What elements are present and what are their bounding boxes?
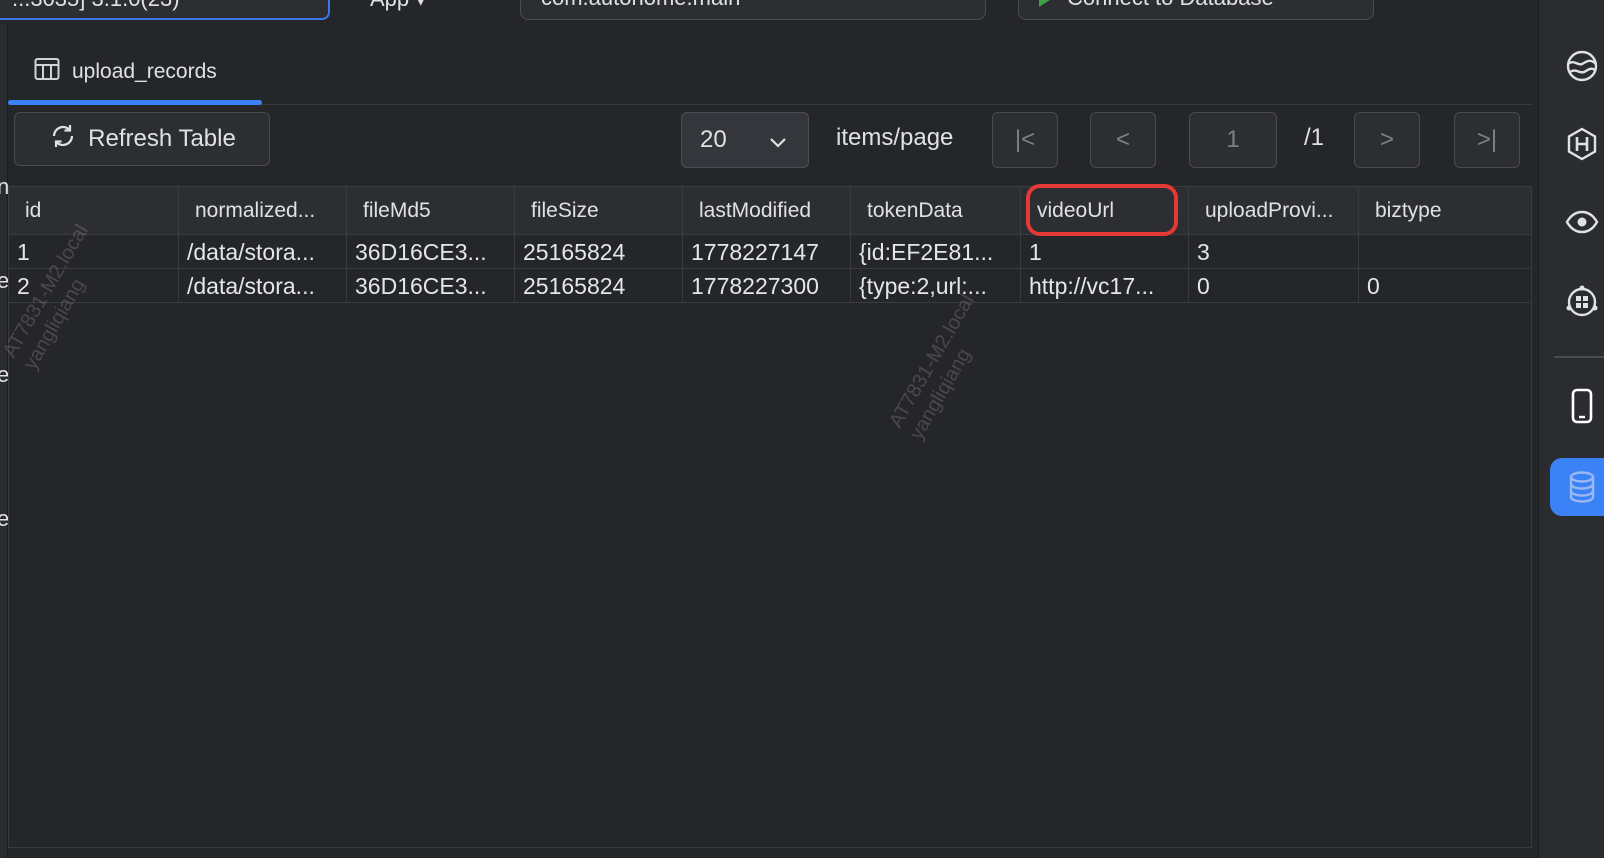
column-header-filemd5[interactable]: fileMd5 (347, 187, 515, 235)
ai-hub-icon[interactable] (1564, 284, 1600, 320)
records-table: id normalized... fileMd5 fileSize lastMo… (8, 186, 1532, 848)
play-icon (1039, 0, 1053, 7)
page-size-value: 20 (700, 126, 727, 153)
globe-icon[interactable] (1564, 48, 1600, 84)
cell-normalized[interactable]: /data/stora... (179, 269, 347, 303)
tab-label: upload_records (72, 60, 217, 83)
column-header-biztype[interactable]: biztype (1359, 187, 1531, 235)
cell-filesize[interactable]: 25165824 (515, 269, 683, 303)
cell-filemd5[interactable]: 36D16CE3... (347, 269, 515, 303)
harmony-h-icon[interactable] (1564, 126, 1600, 162)
connect-database-button[interactable]: Connect to Database (1018, 0, 1374, 20)
page-size-select[interactable]: 20 (681, 112, 809, 168)
table-row[interactable]: 2 /data/stora... 36D16CE3... 25165824 17… (9, 269, 1531, 303)
column-header-tokendata[interactable]: tokenData (851, 187, 1021, 235)
app-select[interactable]: com.autohome.main (520, 0, 986, 20)
cell-uploadprovider[interactable]: 3 (1189, 235, 1359, 269)
page-total-label: /1 (1304, 124, 1325, 151)
connect-database-label: Connect to Database (1067, 0, 1274, 10)
phone-icon[interactable] (1564, 388, 1600, 424)
tab-upload-records[interactable]: upload_records (8, 42, 243, 102)
table-icon (34, 57, 60, 87)
cell-uploadprovider[interactable]: 0 (1189, 269, 1359, 303)
device-select[interactable]: ...3035] 3.1.0(23) (0, 0, 330, 20)
cell-filesize[interactable]: 25165824 (515, 235, 683, 269)
table-row[interactable]: 1 /data/stora... 36D16CE3... 25165824 17… (9, 235, 1531, 269)
cell-tokendata[interactable]: {id:EF2E81... (851, 235, 1021, 269)
column-header-uploadprovider[interactable]: uploadProvi... (1189, 187, 1359, 235)
refresh-table-button[interactable]: Refresh Table (14, 112, 270, 166)
cell-biztype[interactable] (1359, 235, 1531, 269)
last-page-button[interactable]: >| (1454, 112, 1520, 168)
app-label: App ▾ (370, 0, 426, 16)
cell-tokendata[interactable]: {type:2,url:... (851, 269, 1021, 303)
sidebar-divider (1554, 356, 1604, 358)
cell-lastmodified[interactable]: 1778227147 (683, 235, 851, 269)
cell-biztype[interactable]: 0 (1359, 269, 1531, 303)
column-header-videourl[interactable]: videoUrl (1021, 187, 1189, 235)
cell-filemd5[interactable]: 36D16CE3... (347, 235, 515, 269)
column-header-normalized[interactable]: normalized... (179, 187, 347, 235)
chevron-down-icon (768, 131, 788, 159)
next-page-button[interactable]: > (1354, 112, 1420, 168)
cell-normalized[interactable]: /data/stora... (179, 235, 347, 269)
items-per-page-label: items/page (836, 124, 954, 151)
eye-icon[interactable] (1564, 204, 1600, 240)
column-header-id[interactable]: id (9, 187, 179, 235)
cell-videourl[interactable]: 1 (1021, 235, 1189, 269)
column-header-filesize[interactable]: fileSize (515, 187, 683, 235)
prev-page-button[interactable]: < (1090, 112, 1156, 168)
cell-id[interactable]: 2 (9, 269, 179, 303)
database-icon[interactable] (1564, 469, 1600, 505)
active-tab-indicator (8, 100, 262, 105)
cell-videourl[interactable]: http://vc17... (1021, 269, 1189, 303)
top-toolbar: ...3035] 3.1.0(23) App ▾ com.autohome.ma… (0, 0, 1538, 24)
refresh-table-label: Refresh Table (88, 125, 236, 152)
table-header: id normalized... fileMd5 fileSize lastMo… (9, 187, 1531, 235)
left-panel-edge (0, 24, 8, 858)
cell-lastmodified[interactable]: 1778227300 (683, 269, 851, 303)
page-number-input[interactable]: 1 (1189, 112, 1277, 168)
cell-id[interactable]: 1 (9, 235, 179, 269)
column-header-lastmodified[interactable]: lastModified (683, 187, 851, 235)
refresh-icon (48, 121, 78, 158)
first-page-button[interactable]: |< (992, 112, 1058, 168)
